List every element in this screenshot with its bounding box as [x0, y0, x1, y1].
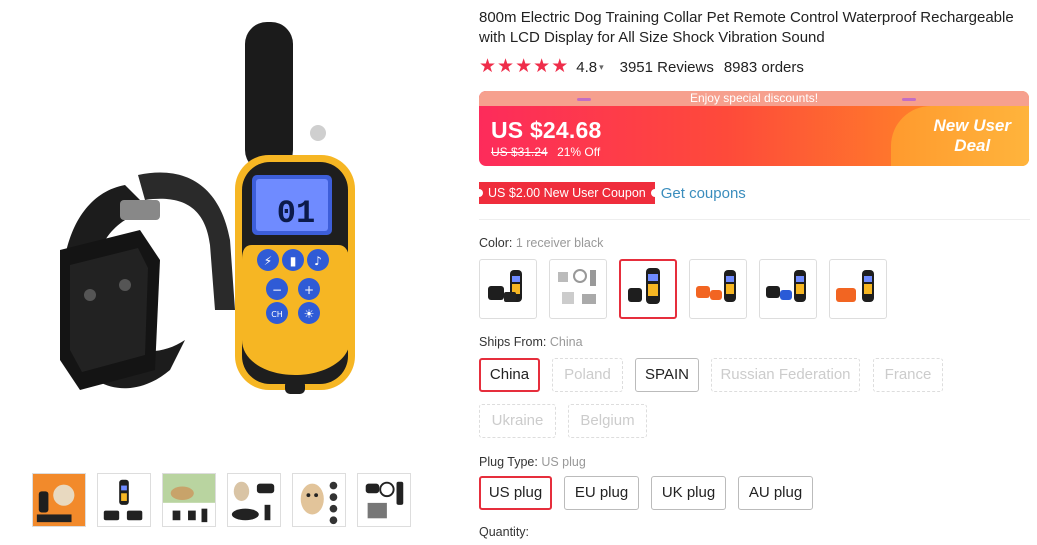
plug-type-label-text: Plug Type: [479, 455, 538, 469]
divider [479, 219, 1030, 220]
promo-strip: Enjoy special discounts! [479, 91, 1029, 106]
original-price-row: US $31.24 21% Off [491, 145, 600, 159]
plug-type-label: Plug Type: US plug [479, 455, 586, 469]
thumbnail-strip [32, 473, 411, 527]
thumbnail-6[interactable] [357, 473, 411, 527]
svg-text:CH: CH [271, 310, 283, 319]
color-selected-value: 1 receiver black [515, 236, 604, 250]
color-option-orange-single[interactable] [829, 259, 887, 319]
star-icon: ★ [479, 56, 497, 77]
new-user-coupon-badge[interactable]: US $2.00 New User Coupon [475, 182, 659, 204]
ship-option-france: France [873, 358, 943, 392]
deal-line-1: New User [933, 116, 1011, 135]
plug-type-selected-value: US plug [541, 455, 586, 469]
ship-option-china[interactable]: China [479, 358, 540, 392]
plug-option-au[interactable]: AU plug [738, 476, 813, 510]
star-icon: ★ [515, 56, 533, 77]
plug-option-eu[interactable]: EU plug [564, 476, 639, 510]
color-label-text: Color: [479, 236, 513, 250]
plug-option-us[interactable]: US plug [479, 476, 552, 510]
star-icon: ★ [497, 56, 515, 77]
svg-text:+: + [304, 283, 314, 297]
svg-text:⚡: ⚡ [264, 254, 272, 268]
current-price: US $24.68 [491, 117, 602, 143]
new-user-deal-text: New User Deal [934, 116, 1011, 156]
get-coupons-link[interactable]: Get coupons [661, 185, 746, 202]
color-option-black-1[interactable] [479, 259, 537, 319]
color-options [479, 259, 887, 319]
reviews-link[interactable]: 3951 Reviews [620, 59, 714, 76]
svg-text:−: − [272, 283, 282, 297]
thumbnail-2[interactable] [97, 473, 151, 527]
ship-option-poland: Poland [552, 358, 623, 392]
lcd-reading: 01 [277, 195, 315, 232]
rating-row: ★ ★ ★ ★ ★ 4.8 ▾ 3951 Reviews 8983 orders [479, 56, 804, 77]
plug-option-uk[interactable]: UK plug [651, 476, 726, 510]
original-price: US $31.24 [491, 145, 548, 159]
ships-from-label-text: Ships From: [479, 335, 547, 349]
thumbnail-4[interactable] [227, 473, 281, 527]
dog-training-collar-image: 01 ⚡ ▮ ♪ − + CH ☀ [60, 22, 355, 394]
color-option-accessories[interactable] [549, 259, 607, 319]
deal-line-2: Deal [954, 136, 991, 155]
ships-from-label: Ships From: China [479, 335, 583, 349]
rating-value[interactable]: 4.8 [576, 59, 597, 76]
ships-from-selected-value: China [549, 335, 583, 349]
rating-stars: ★ ★ ★ ★ ★ [479, 56, 569, 77]
color-label: Color: 1 receiver black [479, 236, 603, 250]
ship-option-russia: Russian Federation [711, 358, 860, 392]
thumbnail-5[interactable] [292, 473, 346, 527]
main-product-image[interactable]: 01 ⚡ ▮ ♪ − + CH ☀ [20, 10, 440, 455]
star-icon: ★ [551, 56, 569, 77]
svg-text:☀: ☀ [304, 307, 315, 321]
quantity-label: Quantity: [479, 525, 530, 539]
ship-option-spain[interactable]: SPAIN [635, 358, 699, 392]
product-title: 800m Electric Dog Training Collar Pet Re… [479, 9, 1014, 46]
color-option-blue-2[interactable] [759, 259, 817, 319]
color-option-black-2[interactable] [619, 259, 677, 319]
price-banner: Enjoy special discounts! US $24.68 US $3… [479, 91, 1029, 166]
coupon-row: US $2.00 New User Coupon Get coupons [475, 182, 746, 204]
ship-option-belgium: Belgium [568, 404, 647, 438]
star-icon: ★ [533, 56, 551, 77]
svg-text:▮: ▮ [290, 254, 297, 268]
orders-count: 8983 orders [723, 58, 804, 76]
discount-percent: 21% Off [557, 145, 601, 159]
svg-text:♪: ♪ [314, 254, 322, 268]
chevron-down-icon[interactable]: ▾ [599, 62, 604, 73]
ship-option-ukraine: Ukraine [479, 404, 556, 438]
color-option-orange-2[interactable] [689, 259, 747, 319]
thumbnail-1[interactable] [32, 473, 86, 527]
thumbnail-3[interactable] [162, 473, 216, 527]
